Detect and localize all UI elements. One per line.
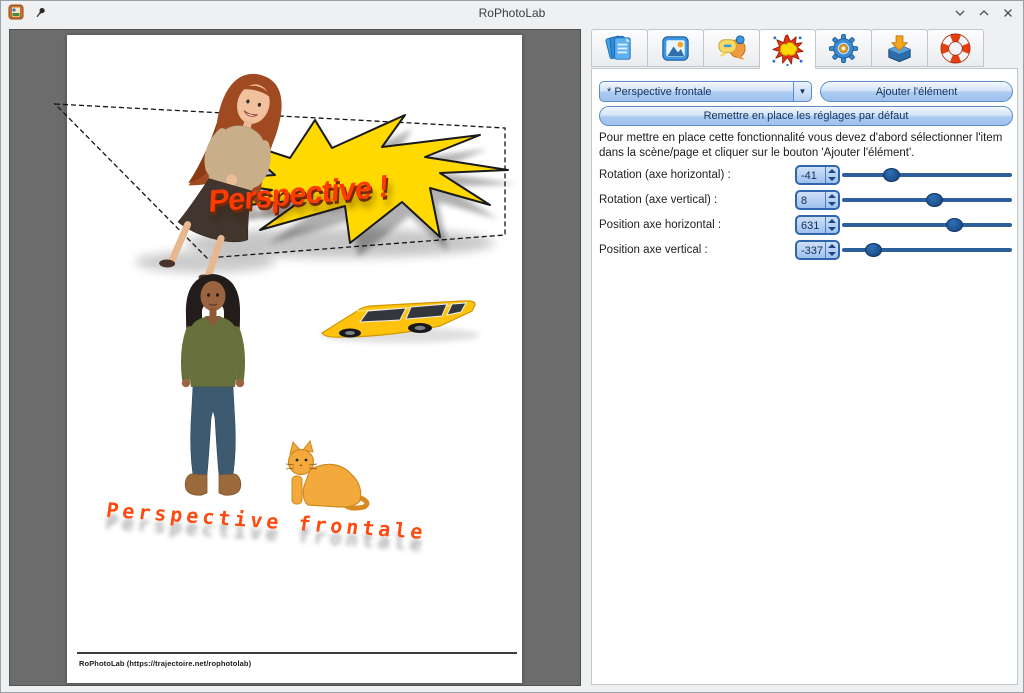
rotation-vertical-spinbox[interactable]: 8 <box>795 190 840 210</box>
spinbox-value: -337 <box>797 242 825 258</box>
page-footer-rule <box>77 652 517 654</box>
add-element-button[interactable]: Ajouter l'élément <box>820 81 1013 102</box>
slider-label: Rotation (axe horizontal) : <box>599 169 731 181</box>
tab-comments[interactable] <box>703 29 760 67</box>
preset-dropdown[interactable]: * Perspective frontale ▼ <box>599 81 812 102</box>
slider-row-rotation-horizontal: Rotation (axe horizontal) : -41 <box>592 165 1017 187</box>
minimize-button[interactable] <box>952 5 967 20</box>
maximize-icon <box>978 7 990 19</box>
rotation-horizontal-slider[interactable] <box>842 165 1012 185</box>
tab-export[interactable] <box>871 29 928 67</box>
slider-row-position-horizontal: Position axe horizontal : 631 <box>592 215 1017 237</box>
app-window: RoPhotoLab <box>0 0 1024 693</box>
step-up-button[interactable] <box>826 167 838 175</box>
spinbox-value: -41 <box>797 167 825 183</box>
lifebuoy-icon <box>939 32 972 65</box>
close-button[interactable] <box>1000 5 1015 20</box>
slider-track[interactable] <box>842 223 1012 227</box>
step-down-button[interactable] <box>826 200 838 208</box>
spinbox-steppers <box>825 217 838 233</box>
slider-handle[interactable] <box>865 243 882 257</box>
close-icon <box>1002 7 1014 19</box>
position-vertical-spinbox[interactable]: -337 <box>795 240 840 260</box>
spinbox-steppers <box>825 167 838 183</box>
effects-pane: * Perspective frontale ▼ Ajouter l'éléme… <box>591 68 1018 685</box>
documents-icon <box>603 32 636 65</box>
window-title: RoPhotoLab <box>1 6 1023 20</box>
preset-dropdown-value: * Perspective frontale <box>600 86 793 98</box>
step-up-button[interactable] <box>826 242 838 250</box>
instructions-text: Pour mettre en place cette fonctionnalit… <box>599 131 1007 161</box>
step-down-button[interactable] <box>826 225 838 233</box>
image-icon <box>659 32 692 65</box>
slider-label: Position axe vertical : <box>599 244 708 256</box>
tabbar <box>591 29 1019 69</box>
minimize-icon <box>954 7 966 19</box>
position-vertical-slider[interactable] <box>842 240 1012 260</box>
tab-images[interactable] <box>647 29 704 67</box>
chat-icon <box>715 32 748 65</box>
position-horizontal-slider[interactable] <box>842 215 1012 235</box>
tab-settings[interactable] <box>815 29 872 67</box>
slider-track[interactable] <box>842 173 1012 177</box>
tab-documents[interactable] <box>591 29 648 67</box>
spinbox-steppers <box>825 242 838 258</box>
position-horizontal-spinbox[interactable]: 631 <box>795 215 840 235</box>
spinbox-steppers <box>825 192 838 208</box>
slider-handle[interactable] <box>946 218 963 232</box>
dropdown-arrow-button[interactable]: ▼ <box>793 82 811 101</box>
export-icon <box>883 32 916 65</box>
slider-label: Position axe horizontal : <box>599 219 721 231</box>
step-down-button[interactable] <box>826 175 838 183</box>
rotation-vertical-slider[interactable] <box>842 190 1012 210</box>
reset-defaults-button[interactable]: Remettre en place les réglages par défau… <box>599 106 1013 126</box>
document-page[interactable] <box>67 35 522 683</box>
slider-row-position-vertical: Position axe vertical : -337 <box>592 240 1017 262</box>
page-footer-text: RoPhotoLab (https://trajectoire.net/roph… <box>79 659 251 668</box>
step-up-button[interactable] <box>826 192 838 200</box>
gear-icon <box>827 32 860 65</box>
slider-row-rotation-vertical: Rotation (axe vertical) : 8 <box>592 190 1017 212</box>
spinbox-value: 631 <box>797 217 825 233</box>
tool-panel: * Perspective frontale ▼ Ajouter l'éléme… <box>591 29 1019 686</box>
titlebar: RoPhotoLab <box>1 1 1023 25</box>
tab-effects[interactable] <box>759 29 816 69</box>
rotation-horizontal-spinbox[interactable]: -41 <box>795 165 840 185</box>
maximize-button[interactable] <box>976 5 991 20</box>
canvas-workspace: Perspective ! Perspective frontale RoPho… <box>9 29 581 686</box>
slider-handle[interactable] <box>926 193 943 207</box>
explosion-icon <box>771 33 804 66</box>
spinbox-value: 8 <box>797 192 825 208</box>
step-down-button[interactable] <box>826 250 838 258</box>
step-up-button[interactable] <box>826 217 838 225</box>
chevron-down-icon: ▼ <box>799 87 807 96</box>
slider-handle[interactable] <box>883 168 900 182</box>
slider-label: Rotation (axe vertical) : <box>599 194 717 206</box>
tab-help[interactable] <box>927 29 984 67</box>
